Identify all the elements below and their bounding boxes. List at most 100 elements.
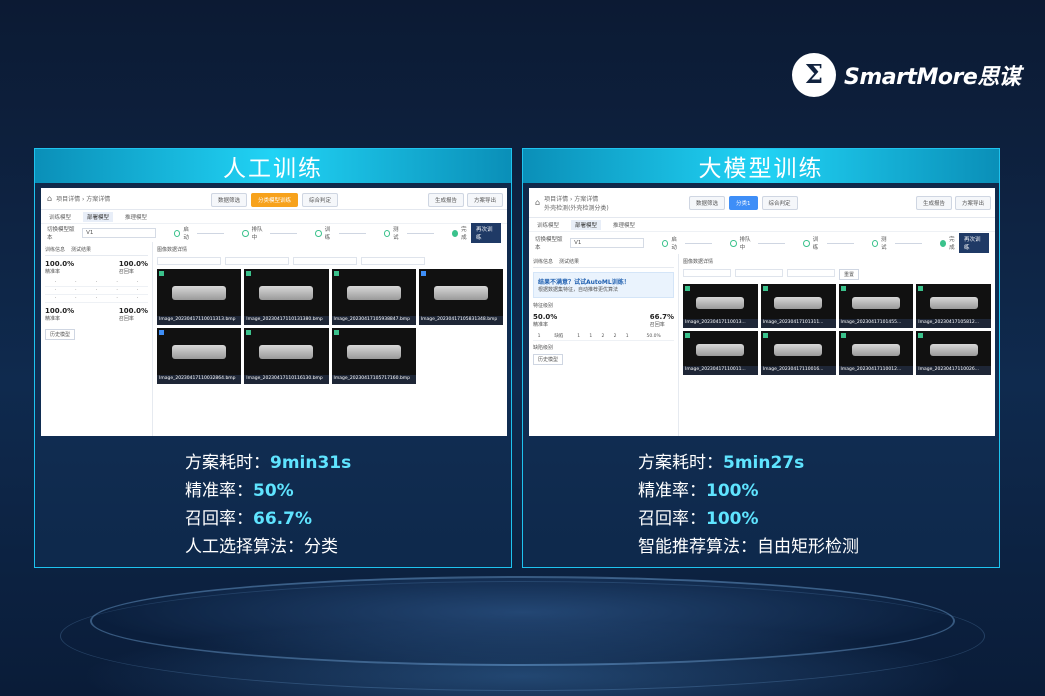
breadcrumb[interactable]: 项目详情 › 方案详情 (56, 194, 110, 203)
precision-stat: 精准率：50% (185, 481, 294, 501)
image-card[interactable]: Image_20230417110011313.bmp (157, 269, 242, 325)
algorithm-stat: 人工选择算法：分类 (185, 537, 338, 557)
tab-test-result[interactable]: 测试结果 (559, 258, 579, 265)
tab-train-model[interactable]: 训练模型 (537, 221, 559, 229)
home-icon[interactable]: ⌂ (535, 198, 540, 207)
recall-value: 66.7% (649, 313, 674, 321)
recall-value: 100.0% (118, 260, 148, 268)
image-card[interactable]: Image_20230417105717160.bmp (331, 328, 416, 384)
image-card[interactable]: Image_20230417101311... (760, 284, 836, 328)
panel-title: 人工训练 (35, 149, 511, 183)
data-filter-button[interactable]: 数据筛选 (211, 193, 248, 207)
combined-judge-button[interactable]: 综合判定 (302, 193, 339, 207)
filter-field[interactable] (157, 257, 221, 265)
tab-train-model[interactable]: 训练模型 (49, 213, 71, 221)
image-caption: Image_20230417110016... (760, 366, 836, 375)
table-row: 1 缺陷 1 1 2 2 1 50.0% (533, 332, 674, 341)
step-queue: 排队中 (251, 227, 263, 241)
image-caption: Image_20230417105717160.bmp (331, 375, 416, 384)
precision-label-2: 精准率 (45, 316, 61, 322)
kpi-row: 50.0% 精准率 66.7% 召回率 (533, 313, 674, 328)
tab-test-result[interactable]: 测试结果 (71, 246, 91, 253)
history-model-button[interactable]: 历史模型 (45, 329, 76, 340)
tab-train-info[interactable]: 训练信息 (533, 258, 553, 265)
filter-field[interactable] (361, 257, 425, 265)
classification-button[interactable]: 分类1 (729, 196, 758, 210)
filter-field[interactable] (787, 269, 835, 277)
step-queue: 排队中 (739, 237, 751, 251)
export-plan-button[interactable]: 方案导出 (954, 196, 991, 210)
manual-training-panel: 人工训练 ⌂ 项目详情 › 方案详情 数据筛选 分类模型训练 综合判定 生成报告… (34, 148, 512, 568)
image-card[interactable]: Image_20230417110026... (916, 331, 991, 375)
model-tabs: 训练模型 部署模型 推理模型 (41, 210, 507, 224)
image-card[interactable]: Image_20230417105831348.bmp (418, 269, 503, 325)
filter-field[interactable] (293, 257, 357, 265)
algorithm-stat: 智能推荐算法：自由矩形检测 (638, 537, 859, 557)
image-caption: Image_20230417110013... (683, 319, 758, 328)
image-card[interactable]: Image_20230417110011... (683, 331, 758, 375)
breadcrumb-sub: 外壳检测(外壳检测分类) (544, 204, 609, 212)
step-dot (803, 239, 810, 247)
image-card[interactable]: Image_20230417101455... (838, 284, 914, 328)
filter-field[interactable] (225, 257, 289, 265)
export-plan-button[interactable]: 方案导出 (466, 193, 503, 207)
image-card[interactable]: Image_20230417110032864.bmp (157, 328, 242, 384)
sigma-icon: Σ (792, 53, 836, 97)
retrain-button[interactable]: 再次训练 (470, 223, 502, 243)
tab-infer-model[interactable]: 推理模型 (125, 213, 147, 221)
image-caption: Image_20230417101455... (838, 319, 914, 328)
grid-title: 图像数据详情 (157, 247, 188, 253)
automl-banner[interactable]: 结果不满意？试试AutoML训练！ 根据数据集特征，自动推荐更优算法 (533, 272, 674, 298)
grid-title: 图像数据详情 (683, 259, 714, 265)
reset-filter-button[interactable]: 重置 (839, 269, 860, 280)
image-grid: Image_20230417110011313.bmp Image_202304… (157, 269, 503, 384)
pedestal (90, 576, 955, 666)
tab-deploy-model[interactable]: 部署模型 (571, 219, 602, 230)
step-dot (871, 239, 879, 247)
filter-field[interactable] (735, 269, 783, 277)
generate-report-button[interactable]: 生成报告 (915, 196, 952, 210)
training-steps: 切换模型版本 V1 启动 排队中 训练 测试 完成 再次训练 (529, 232, 995, 254)
time-stat: 方案耗时：5min27s (638, 453, 805, 473)
image-caption: Image_20230417110011... (683, 366, 758, 375)
image-caption: Image_20230417105938847.bmp (331, 316, 416, 325)
breadcrumb[interactable]: 项目详情 › 方案详情 外壳检测(外壳检测分类) (544, 194, 609, 212)
image-card[interactable]: Image_20230417105938847.bmp (331, 269, 416, 325)
recall-label: 召回率 (118, 269, 134, 275)
image-detail-area: 图像数据详情 重置 Image_20230417110013... Image_… (679, 254, 995, 436)
step-done: 完成 (461, 227, 467, 241)
tab-deploy-model[interactable]: 部署模型 (83, 211, 114, 222)
step-start: 启动 (671, 237, 677, 251)
history-model-button[interactable]: 历史模型 (533, 354, 564, 365)
kpi-row-2: 100.0% 精准率 100.0% 召回率 (45, 307, 148, 322)
home-icon[interactable]: ⌂ (47, 194, 52, 203)
brand-name: SmartMore思谋 (844, 65, 1021, 90)
image-card[interactable]: Image_20230417110013... (683, 284, 758, 328)
tab-train-info[interactable]: 训练信息 (45, 246, 65, 253)
precision-label: 精准率 (533, 322, 549, 328)
retrain-button[interactable]: 再次训练 (958, 233, 990, 253)
classification-train-button[interactable]: 分类模型训练 (251, 193, 299, 207)
step-start: 启动 (183, 227, 189, 241)
filter-row (157, 257, 503, 265)
model-version-select[interactable]: V1 (570, 238, 644, 248)
recall-stat: 召回率：100% (638, 509, 759, 529)
precision-label: 精准率 (45, 269, 61, 275)
step-dot (661, 239, 669, 247)
combined-judge-button[interactable]: 综合判定 (761, 196, 798, 210)
image-card[interactable]: Image_20230417110131380.bmp (244, 269, 329, 325)
image-caption: Image_20230417110011313.bmp (157, 316, 242, 325)
step-done: 完成 (949, 237, 955, 251)
recall-label-2: 召回率 (118, 316, 134, 322)
filter-field[interactable] (683, 269, 731, 277)
model-version-select[interactable]: V1 (82, 228, 156, 238)
image-card[interactable]: Image_20230417110012... (838, 331, 914, 375)
image-card[interactable]: Image_20230417110016... (760, 331, 836, 375)
image-card[interactable]: Image_20230417105812... (916, 284, 991, 328)
section-title-2: 缺陷级别 (533, 345, 554, 351)
training-steps: 切换模型版本 V1 启动 排队中 训练 测试 完成 再次训练 (41, 223, 507, 243)
data-filter-button[interactable]: 数据筛选 (689, 196, 726, 210)
generate-report-button[interactable]: 生成报告 (427, 193, 464, 207)
tab-infer-model[interactable]: 推理模型 (613, 221, 635, 229)
image-card[interactable]: Image_20230417110116130.bmp (244, 328, 329, 384)
